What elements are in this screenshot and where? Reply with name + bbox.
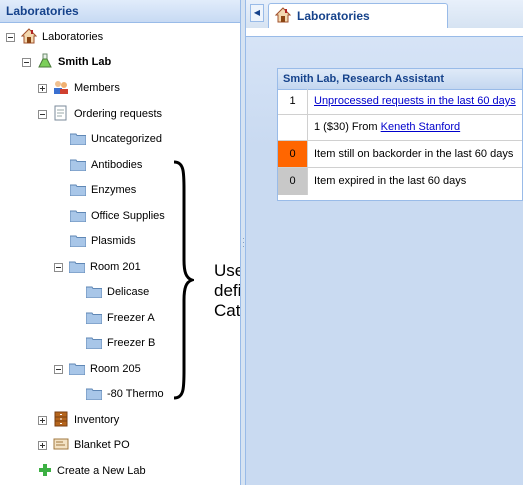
bracket-annotation: [173, 160, 194, 400]
collapse-toggle[interactable]: [54, 262, 63, 272]
tree-node-label: Uncategorized: [91, 133, 162, 145]
tree-node-category[interactable]: Delicase: [86, 281, 149, 303]
tree-node-label: Members: [74, 82, 120, 94]
collapse-toggle[interactable]: [22, 57, 31, 67]
tree-node-label: Antibodies: [91, 159, 143, 171]
cabinet-icon: [53, 411, 69, 430]
unprocessed-requests-link[interactable]: Unprocessed requests in the last 60 days: [314, 95, 516, 107]
summary-panel-header: Smith Lab, Research Assistant: [278, 69, 522, 90]
navigation-header: Laboratories: [0, 0, 240, 23]
home-icon: [20, 27, 38, 47]
expired-count: 0: [278, 168, 308, 195]
tree-node-label: Inventory: [74, 414, 120, 426]
expand-toggle[interactable]: [38, 440, 47, 450]
folder-icon: [86, 337, 102, 349]
summary-row: 0 Item still on backorder in the last 60…: [278, 141, 522, 168]
tab-scroll-left-button[interactable]: ◀: [250, 4, 264, 22]
summary-row: 0 Item expired in the last 60 days: [278, 168, 522, 195]
expand-toggle[interactable]: [38, 415, 47, 425]
tree-node-ordering-requests[interactable]: Ordering requests: [38, 103, 162, 125]
tree-node-label: Delicase: [107, 286, 150, 298]
tree-node-label: Blanket PO: [74, 439, 130, 451]
folder-icon: [70, 133, 86, 145]
expand-toggle[interactable]: [38, 83, 47, 93]
folder-icon: [70, 159, 86, 171]
users-icon: [53, 79, 69, 98]
request-detail-text: 1 ($30) From: [314, 121, 381, 133]
tree-node-label: Office Supplies: [91, 210, 165, 222]
tab-strip: ◀ Laboratories: [246, 0, 523, 29]
tree-node-blanket-po[interactable]: Blanket PO: [38, 434, 130, 456]
tree-node-label: Laboratories: [42, 31, 104, 43]
splitter-grip: · · ·: [242, 233, 245, 251]
tree-node-room-205[interactable]: Room 205: [54, 358, 141, 380]
lab-summary-panel: Smith Lab, Research Assistant 1 Unproces…: [277, 68, 523, 201]
home-icon: [274, 7, 292, 26]
tree-node-category[interactable]: Plasmids: [70, 230, 136, 252]
collapse-toggle[interactable]: [6, 32, 15, 42]
backorder-count: 0: [278, 141, 308, 167]
requester-link[interactable]: Keneth Stanford: [381, 121, 461, 133]
folder-icon: [70, 235, 86, 247]
tree-node-inventory[interactable]: Inventory: [38, 409, 119, 431]
tree-node-label: Plasmids: [91, 235, 136, 247]
folder-icon: [86, 312, 102, 324]
purchase-order-icon: [53, 436, 69, 455]
tree-node-smith-lab[interactable]: Smith Lab: [22, 51, 111, 73]
folder-icon: [69, 363, 85, 375]
annotation-line: Categories: [214, 301, 240, 320]
tree-node-category[interactable]: -80 Thermo: [86, 383, 164, 405]
tree-node-laboratories[interactable]: Laboratories: [6, 26, 103, 48]
folder-icon: [69, 261, 85, 273]
tree-node-label: Enzymes: [91, 184, 137, 196]
collapse-toggle[interactable]: [54, 364, 63, 374]
tree-node-label: Room 205: [90, 363, 141, 375]
collapse-toggle[interactable]: [38, 109, 47, 119]
folder-icon: [86, 388, 102, 400]
tree-node-label: Create a New Lab: [57, 465, 146, 477]
tree-node-category[interactable]: Freezer A: [86, 307, 155, 329]
request-detail: 1 ($30) From Keneth Stanford: [314, 121, 460, 133]
tree-node-category[interactable]: Freezer B: [86, 332, 155, 354]
summary-row: 1 Unprocessed requests in the last 60 da…: [278, 89, 522, 141]
tree-node-label: Ordering requests: [74, 108, 163, 120]
tree-node-label: Freezer A: [107, 312, 155, 324]
tree-node-category[interactable]: Antibodies: [70, 154, 142, 176]
tab-label: Laboratories: [297, 9, 370, 23]
tree-node-room-201[interactable]: Room 201: [54, 256, 141, 278]
summary-row: 1 ($30) From Keneth Stanford: [278, 115, 522, 141]
order-form-icon: [53, 105, 69, 124]
tree-node-label: Smith Lab: [58, 56, 112, 68]
tab-laboratories[interactable]: Laboratories: [268, 3, 448, 29]
navigation-title: Laboratories: [6, 4, 79, 18]
flask-icon: [37, 53, 53, 72]
summary-panel-title: Smith Lab, Research Assistant: [283, 73, 444, 85]
tree-node-label: Freezer B: [107, 337, 156, 349]
tree-node-members[interactable]: Members: [38, 77, 120, 99]
annotation-line: User-defined: [214, 261, 240, 300]
tree-node-category[interactable]: Uncategorized: [70, 128, 162, 150]
tree-node-label: Room 201: [90, 261, 141, 273]
expired-text: Item expired in the last 60 days: [314, 175, 467, 187]
backorder-text: Item still on backorder in the last 60 d…: [314, 148, 514, 160]
tree-node-category[interactable]: Enzymes: [70, 179, 136, 201]
tree-node-label: -80 Thermo: [107, 388, 164, 400]
folder-icon: [70, 184, 86, 196]
categories-annotation: User-defined Categories: [214, 261, 240, 321]
tree-node-category[interactable]: Office Supplies: [70, 205, 165, 227]
navigation-panel: Laboratories Laboratories Smith Lab Memb…: [0, 0, 240, 485]
folder-icon: [70, 210, 86, 222]
tab-body-strip: [246, 28, 523, 37]
create-new-lab-button[interactable]: Create a New Lab: [38, 460, 146, 482]
folder-icon: [86, 286, 102, 298]
plus-icon: [38, 463, 52, 480]
main-panel: ◀ Laboratories Smith Lab, Research Assis…: [246, 0, 523, 485]
